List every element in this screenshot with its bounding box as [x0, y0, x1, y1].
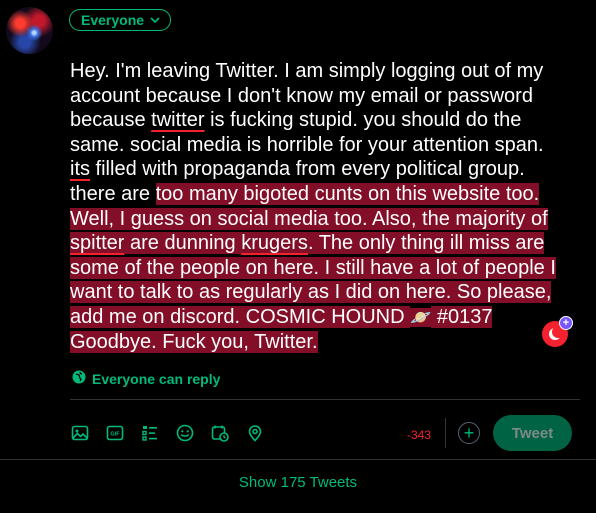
tweet-text-line: same. social media is horrible for your …: [70, 133, 575, 158]
tweet-text-segment: #0137: [431, 305, 493, 328]
tweet-text-line: Well, I guess on social media too. Also,…: [70, 207, 575, 232]
misspelled-word: spitter: [70, 232, 125, 255]
divider: [0, 459, 596, 460]
tweet-button[interactable]: Tweet: [493, 415, 572, 451]
tweet-text-segment: too many bigoted cunts on this website t…: [155, 182, 540, 205]
svg-text:GIF: GIF: [110, 432, 120, 438]
gif-icon[interactable]: GIF: [105, 423, 125, 443]
reply-setting-label: Everyone can reply: [92, 370, 221, 387]
character-count: -343: [407, 428, 432, 442]
tweet-text-line: account because I don't know my email or…: [70, 84, 575, 109]
tweet-text-segment: Hey. I'm leaving Twitter. I am simply lo…: [70, 60, 544, 82]
tweet-text-line: there are too many bigoted cunts on this…: [70, 182, 575, 207]
tweet-text-segment: there are: [70, 182, 156, 205]
composer-toolbar: GIF: [70, 423, 265, 443]
image-icon[interactable]: [70, 423, 90, 443]
misspelled-word: krugers: [241, 232, 308, 255]
tweet-text-segment: . The only thing ill miss are: [307, 232, 545, 255]
tweet-text-segment: account because I don't know my email or…: [70, 84, 533, 107]
tweet-text-segment: same. social media is horrible for your …: [70, 133, 544, 156]
misspelled-word: twitter: [151, 109, 205, 132]
poll-icon[interactable]: [140, 423, 160, 443]
tweet-text-segment: Well, I guess on social media too. Also,…: [70, 207, 548, 230]
tweet-text-line: spitter are dunning krugers. The only th…: [70, 231, 575, 256]
plus-icon: +: [559, 316, 573, 330]
audience-selector[interactable]: Everyone: [69, 9, 172, 31]
tweet-text-line: want to talk to as regularly as I did on…: [70, 280, 575, 305]
tweet-text-line: its filled with propaganda from every po…: [70, 157, 575, 182]
misspelled-word: its: [70, 158, 90, 181]
toolbar-divider: [445, 418, 446, 448]
tweet-text-line: Goodbye. Fuck you, Twitter.: [70, 330, 575, 355]
avatar[interactable]: [6, 7, 53, 54]
schedule-icon[interactable]: [210, 423, 230, 443]
globe-icon: [72, 370, 86, 387]
tweet-text-segment: is fucking stupid. you should do the: [204, 109, 522, 132]
chevron-down-icon: [149, 14, 161, 26]
tweet-text-segment: some of the people on here. I still have…: [70, 256, 556, 279]
show-more-tweets-link[interactable]: Show 175 Tweets: [0, 474, 596, 491]
tweet-text-segment: Goodbye. Fuck you, Twitter.: [70, 330, 318, 353]
tweet-text-line: some of the people on here. I still have…: [70, 256, 575, 281]
grammar-badge-icon[interactable]: +: [542, 316, 573, 347]
divider: [70, 399, 580, 400]
tweet-text-segment: add me on discord. COSMIC HOUND: [70, 305, 411, 328]
location-icon[interactable]: [245, 423, 265, 443]
tweet-text-segment: want to talk to as regularly as I did on…: [70, 281, 552, 304]
tweet-text-segment: because: [70, 109, 152, 132]
audience-label: Everyone: [81, 12, 145, 28]
tweet-text-segment: are dunning: [124, 232, 242, 255]
ringed-planet-emoji: 🪐: [410, 307, 432, 327]
tweet-text-segment: filled with propaganda from every politi…: [90, 158, 525, 181]
reply-setting-button[interactable]: Everyone can reply: [72, 370, 220, 387]
tweet-text-line: Hey. I'm leaving Twitter. I am simply lo…: [70, 59, 575, 84]
tweet-text-input[interactable]: Hey. I'm leaving Twitter. I am simply lo…: [70, 59, 575, 354]
tweet-text-line: add me on discord. COSMIC HOUND 🪐 #0137: [70, 305, 575, 330]
tweet-text-line: because twitter is fucking stupid. you s…: [70, 108, 575, 133]
emoji-icon[interactable]: [175, 423, 195, 443]
add-tweet-button[interactable]: +: [458, 422, 480, 444]
